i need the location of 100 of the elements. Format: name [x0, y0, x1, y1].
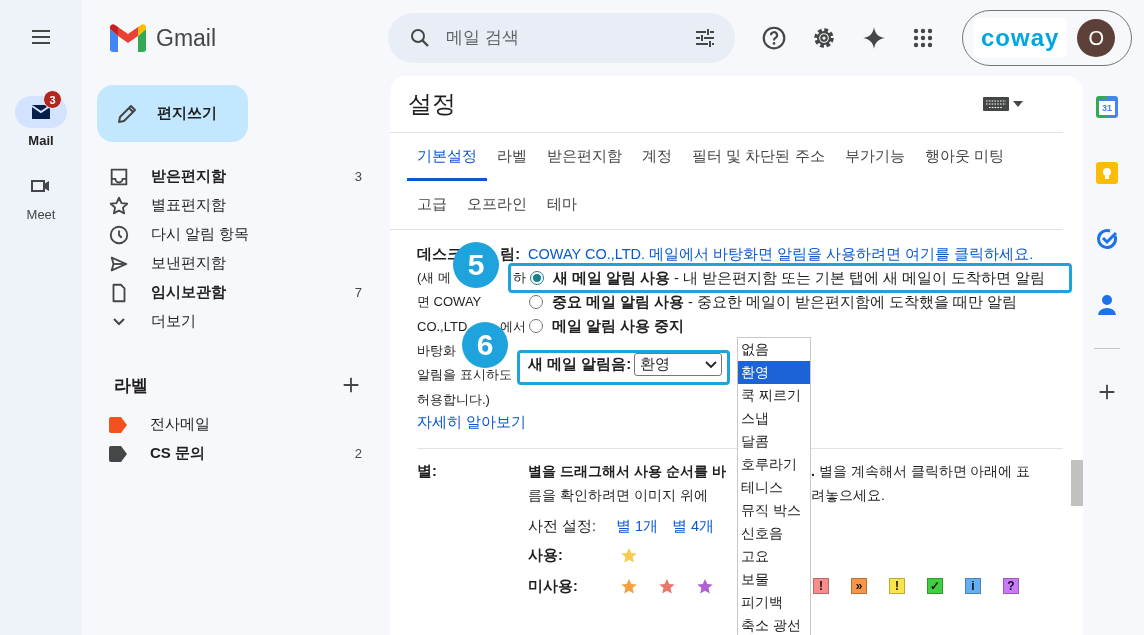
setting-description: (새 메 — [417, 269, 451, 288]
row-label: 사용: — [528, 545, 564, 565]
page-title: 설정 — [408, 89, 456, 119]
item-count: 3 — [354, 169, 362, 184]
settings-tab[interactable]: 고급 — [407, 181, 457, 229]
radio-button[interactable] — [529, 295, 543, 309]
nav-item[interactable]: 받은편지함 3 — [82, 162, 388, 191]
clock-icon — [108, 223, 130, 246]
settings-tab[interactable]: 계정 — [632, 133, 682, 181]
dropdown-option[interactable]: 고요 — [738, 545, 810, 568]
item-count: 7 — [354, 285, 362, 300]
sound-select[interactable]: 환영 — [634, 353, 723, 376]
avatar: O — [1077, 19, 1116, 57]
option-text: 새 메일 알림 사용 - 내 받은편지함 또는 기본 탭에 새 메일이 도착하면 알림 — [553, 268, 1046, 288]
nav-item[interactable]: 보낸편지함 — [82, 249, 388, 278]
organization-logo: coway — [973, 18, 1068, 58]
compose-button[interactable]: 편지쓰기 — [97, 85, 248, 142]
caret-down-icon — [1013, 101, 1023, 107]
setting-label: 림: — [500, 245, 520, 264]
chevron-down-icon — [704, 359, 719, 370]
setting-description: 에서 — [500, 317, 526, 336]
marker-icon[interactable]: ! — [813, 577, 829, 594]
desktop-notification-link[interactable]: COWAY CO.,LTD. 메일에서 바탕화면 알림을 사용하려면 여기를 클릭하세요. — [528, 246, 1034, 262]
option-text: 중요 메일 알림 사용 - 중요한 메일이 받은편지함에 도착했을 때만 알림 — [552, 292, 1018, 312]
setting-description: 하 — [513, 269, 526, 288]
dropdown-option[interactable]: 호루라기 — [738, 453, 810, 476]
dropdown-option[interactable]: 스냅 — [738, 407, 810, 430]
settings-tab[interactable]: 필터 및 차단된 주소 — [682, 133, 835, 181]
dropdown-option[interactable]: 보물 — [738, 568, 810, 591]
marker-icon[interactable]: ✓ — [927, 577, 943, 594]
filter-sliders-icon[interactable] — [693, 26, 717, 50]
dropdown-option[interactable]: 피기백 — [738, 591, 810, 614]
dropdown-option[interactable]: 뮤직 박스 — [738, 499, 810, 522]
dropdown-option[interactable]: 쿡 찌르기 — [738, 384, 810, 407]
chevron-down-icon — [113, 317, 125, 326]
preset-link[interactable]: 별 1개 — [616, 516, 659, 536]
settings-tab[interactable]: 부가기능 — [834, 133, 915, 181]
field-label: 새 메일 알림음: — [528, 355, 632, 374]
star-icon[interactable] — [658, 577, 676, 595]
dropdown-option[interactable]: 테니스 — [738, 476, 810, 499]
settings-tab[interactable]: 라벨 — [487, 133, 537, 181]
setting-description: 면 COWAY — [417, 293, 482, 312]
stars-instructions: 름을 확인하려면 이미지 위에 — [528, 485, 708, 505]
settings-tab[interactable]: 테마 — [537, 181, 587, 229]
settings-icon[interactable] — [811, 25, 837, 51]
nav-item[interactable]: 다시 알림 항목 — [82, 220, 388, 249]
check-circle-icon[interactable] — [1096, 228, 1118, 250]
stars-instructions: 별을 드래그해서 사용 순서를 바 — [528, 461, 726, 481]
star-icon[interactable] — [696, 577, 714, 595]
calendar-icon[interactable]: 31 — [1096, 96, 1118, 118]
preset-link[interactable]: 별 4개 — [672, 516, 715, 536]
section-heading: 라벨 — [114, 374, 148, 397]
person-icon[interactable] — [1097, 294, 1117, 316]
search-input[interactable]: 메일 검색 — [444, 27, 681, 49]
settings-tab[interactable]: 받은편지함 — [537, 133, 632, 181]
apps-grid-icon[interactable] — [911, 26, 935, 50]
star-icon[interactable] — [620, 577, 638, 595]
count-badge: 3 — [43, 90, 62, 109]
setting-label: 별: — [417, 461, 438, 481]
settings-tab[interactable]: 행아웃 미팅 — [914, 133, 1014, 181]
help-icon[interactable] — [761, 25, 787, 51]
gmail-logo-icon — [110, 24, 146, 52]
label-tag-icon — [108, 416, 128, 433]
settings-tab[interactable]: 기본설정 — [407, 133, 487, 181]
star-outline-icon — [108, 194, 130, 217]
nav-item[interactable]: 임시보관함 7 — [82, 278, 388, 307]
dropdown-option[interactable]: 없음 — [738, 338, 810, 361]
marker-icon[interactable]: ! — [889, 577, 905, 594]
learn-more-link[interactable]: 자세히 알아보기 — [417, 412, 527, 430]
rail-item[interactable]: Meet — [15, 162, 67, 222]
dropdown-option[interactable]: 환영 — [738, 361, 810, 384]
nav-item[interactable]: 더보기 — [82, 307, 388, 336]
search-field[interactable]: 메일 검색 — [388, 13, 735, 63]
setting-description: 허용합니다.) — [417, 390, 490, 409]
stars-instructions: 려놓으세요. — [811, 485, 885, 505]
presets-label: 사전 설정: — [528, 516, 598, 536]
marker-icon[interactable]: » — [851, 577, 867, 594]
app-name: Gmail — [156, 24, 217, 52]
input-tools-button[interactable] — [983, 97, 1023, 111]
label-item[interactable]: 전사메일 — [82, 410, 388, 439]
item-count: 2 — [354, 446, 362, 461]
setting-description: 알림을 표시하도 — [417, 366, 512, 385]
radio-button[interactable] — [529, 319, 543, 333]
radio-button[interactable] — [530, 271, 544, 285]
dropdown-option[interactable]: 축소 광선 — [738, 614, 810, 635]
label-tag-icon — [108, 445, 128, 462]
star-icon[interactable] — [620, 546, 638, 564]
setting-description: CO.,LTD. — [417, 319, 471, 335]
stars-instructions: . 별을 계속해서 클릭하면 아래에 표 — [811, 461, 1031, 481]
marker-icon[interactable]: i — [965, 577, 981, 594]
setting-description: 바탕화 — [417, 342, 456, 361]
label-item[interactable]: CS 문의 2 — [82, 439, 388, 468]
row-label: 미사용: — [528, 576, 579, 596]
dropdown-option[interactable]: 달콤 — [738, 430, 810, 453]
dropdown-option[interactable]: 신호음 — [738, 522, 810, 545]
keyboard-icon — [983, 97, 1009, 111]
settings-tab[interactable]: 오프라인 — [457, 181, 537, 229]
nav-item[interactable]: 별표편지함 — [82, 191, 388, 220]
marker-icon[interactable]: ? — [1003, 577, 1019, 594]
scrollbar-thumb[interactable] — [1071, 460, 1083, 506]
